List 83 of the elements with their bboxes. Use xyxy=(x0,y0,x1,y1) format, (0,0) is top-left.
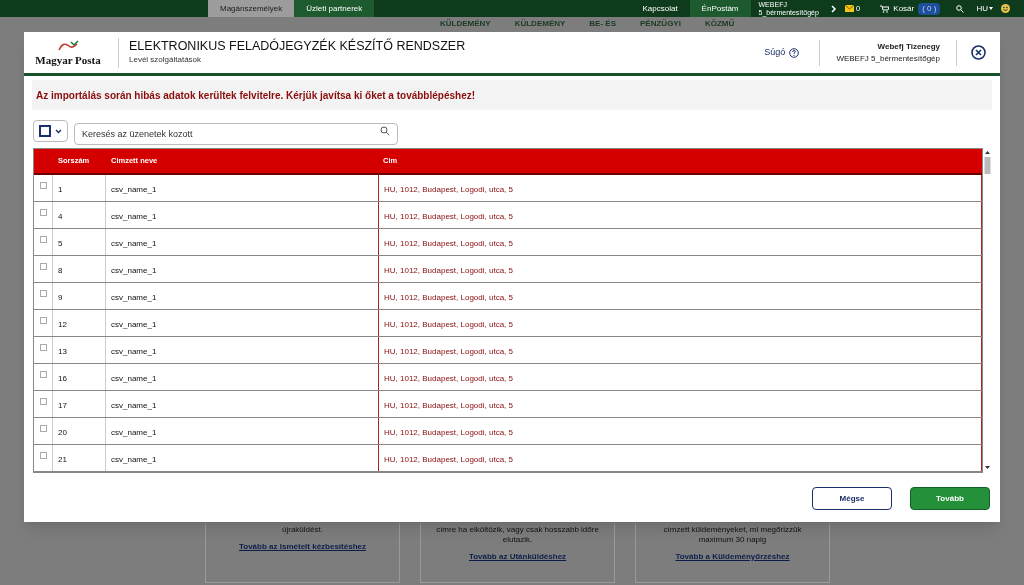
select-all-dropdown[interactable] xyxy=(33,120,68,142)
row-checkbox[interactable] xyxy=(39,290,47,297)
row-checkbox[interactable] xyxy=(39,209,47,216)
table-cell-text: csv_name_1 xyxy=(110,184,158,196)
cancel-button[interactable]: Mégse xyxy=(812,487,892,510)
next-button[interactable]: Tovább xyxy=(910,487,990,510)
error-banner: Az importálás során hibás adatok kerültek felvitelre. Kérjük javítsa ki őket a továbblépéshez! xyxy=(32,80,992,110)
table-cell-text: csv_name_1 xyxy=(110,454,158,466)
card-text: címzett küldeményeket, mi megőrizzük xyxy=(663,525,802,535)
card-text: újraküldést. xyxy=(282,525,323,535)
help-icon xyxy=(789,47,800,58)
table-cell: HU, 1012, Budapest, Logodi, utca, 5 xyxy=(378,418,982,444)
select-all-checkbox[interactable] xyxy=(39,125,51,137)
table-cell: 13 xyxy=(53,337,106,363)
row-checkbox[interactable] xyxy=(39,425,47,432)
table-cell-text: csv_name_1 xyxy=(110,373,158,385)
table-cell: HU, 1012, Budapest, Logodi, utca, 5 xyxy=(378,445,982,471)
search-icon xyxy=(380,126,390,136)
search-icon[interactable] xyxy=(956,4,965,13)
cart-count: ( 0 ) xyxy=(918,2,941,15)
table-cell: HU, 1012, Budapest, Logodi, utca, 5 xyxy=(378,256,982,282)
cart-icon xyxy=(880,4,890,13)
row-checkbox[interactable] xyxy=(39,263,47,270)
table-cell: 8 xyxy=(53,256,106,282)
table-cell: 5 xyxy=(53,229,106,255)
row-checkbox[interactable] xyxy=(39,182,47,189)
table-cell: HU, 1012, Budapest, Logodi, utca, 5 xyxy=(378,229,982,255)
messages-button[interactable]: 0 xyxy=(840,2,865,15)
table-cell: 17 xyxy=(53,391,106,417)
top-tab[interactable]: Magánszemélyek xyxy=(208,0,295,17)
top-link[interactable]: ÉnPostám xyxy=(689,0,751,17)
row-checkbox[interactable] xyxy=(39,452,47,459)
table-cell: 16 xyxy=(53,364,106,390)
user-account: WEBEFJ 5_bérmentesítőgép xyxy=(836,52,940,65)
logo: Magyar Posta xyxy=(28,39,108,66)
table-cell: HU, 1012, Budapest, Logodi, utca, 5 xyxy=(378,364,982,390)
table-cell-text: csv_name_1 xyxy=(110,238,158,250)
row-checkbox[interactable] xyxy=(39,236,47,243)
table-cell: HU, 1012, Budapest, Logodi, utca, 5 xyxy=(378,310,982,336)
table-cell: 9 xyxy=(53,283,106,309)
table-cell-text: csv_name_1 xyxy=(110,427,158,439)
top-tab[interactable]: Üzleti partnerek xyxy=(294,0,375,17)
table-cell: HU, 1012, Budapest, Logodi, utca, 5 xyxy=(378,283,982,309)
dialog-subtitle: Levél szolgáltatások xyxy=(129,54,203,66)
row-checkbox[interactable] xyxy=(39,398,47,405)
chevron-down-icon xyxy=(55,128,62,134)
table-cell-text: csv_name_1 xyxy=(110,319,158,331)
row-checkbox[interactable] xyxy=(39,317,47,324)
table-cell: HU, 1012, Budapest, Logodi, utca, 5 xyxy=(378,391,982,417)
card-text: elutazik. xyxy=(502,535,533,545)
chevron-right-icon xyxy=(830,4,837,13)
user-name: Webefj Tizenegy xyxy=(877,40,940,53)
table-cell: 1 xyxy=(53,175,106,201)
top-link[interactable]: Kapcsolat xyxy=(630,0,690,17)
table-cell: 20 xyxy=(53,418,106,444)
table-cell-text: csv_name_1 xyxy=(110,346,158,358)
table-cell: HU, 1012, Budapest, Logodi, utca, 5 xyxy=(378,175,982,201)
caret-icon xyxy=(989,7,993,10)
row-checkbox[interactable] xyxy=(39,371,47,378)
cart-button[interactable]: Kosár ( 0 ) xyxy=(872,2,949,15)
table-cell: 21 xyxy=(53,445,106,471)
table-cell-text: csv_name_1 xyxy=(110,211,158,223)
table-cell-text: csv_name_1 xyxy=(110,400,158,412)
search-field[interactable]: Keresés az üzenetek kozott xyxy=(74,123,398,145)
card-link[interactable]: Tovább a Küldeményőrzéshez xyxy=(675,551,790,563)
card-link[interactable]: Tovább az Utánküldéshez xyxy=(468,551,567,563)
help-link[interactable]: Súgó xyxy=(764,45,800,60)
card-link[interactable]: Tovább az Ismételt kézbesítéshez xyxy=(239,541,366,553)
language-button[interactable]: HU xyxy=(972,2,997,15)
card-text: maximum 30 napig xyxy=(698,535,767,545)
table-cell: HU, 1012, Budapest, Logodi, utca, 5 xyxy=(378,202,982,228)
table-cell: HU, 1012, Budapest, Logodi, utca, 5 xyxy=(378,337,982,363)
table-cell: 12 xyxy=(53,310,106,336)
scrollbar[interactable] xyxy=(983,148,992,472)
table-cell-text: csv_name_1 xyxy=(110,292,158,304)
dialog-title: ELEKTRONIKUS FELADÓJEGYZÉK KÉSZÍTŐ RENDSZER xyxy=(129,39,467,54)
envelope-icon xyxy=(844,5,854,12)
row-checkbox[interactable] xyxy=(39,344,47,351)
table-cell-text: csv_name_1 xyxy=(110,265,158,277)
smiley-icon[interactable] xyxy=(1001,4,1010,13)
table-cell: 4 xyxy=(53,202,106,228)
card-text: címre ha elköltözik, vagy csak hosszabb időre xyxy=(436,525,599,535)
close-icon[interactable] xyxy=(971,45,986,60)
